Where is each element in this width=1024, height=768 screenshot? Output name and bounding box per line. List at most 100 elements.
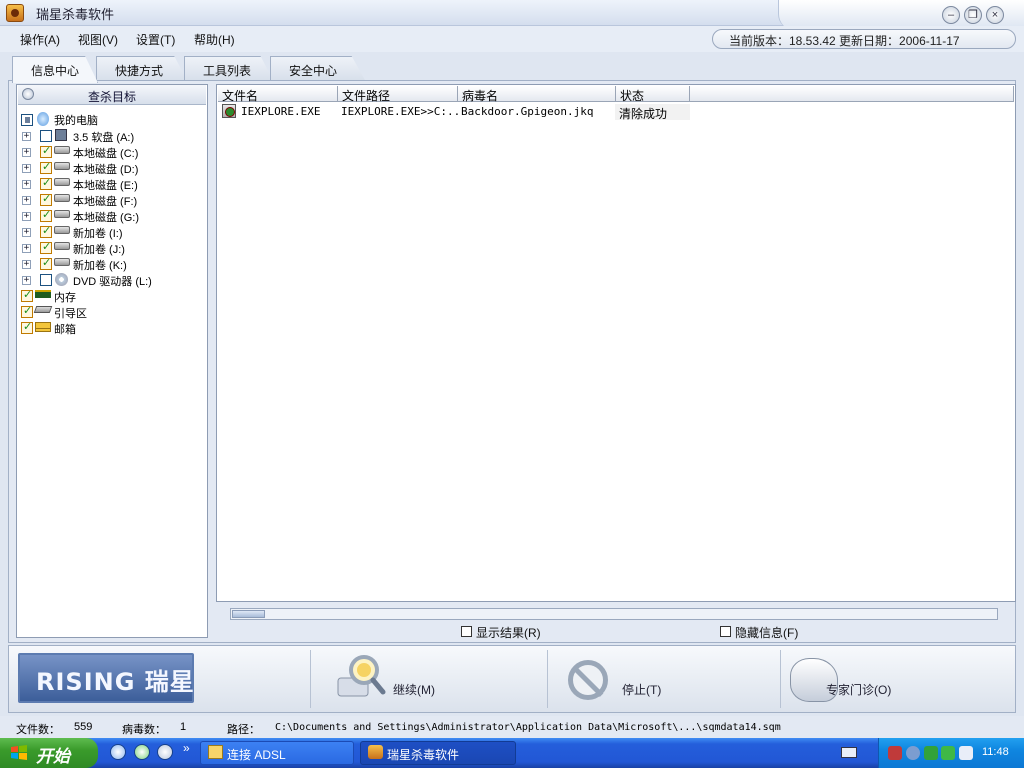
show-results-label[interactable]: 显示结果(R) [476,624,541,641]
restore-icon[interactable]: ❐ [964,6,982,24]
expand-icon[interactable]: + [22,228,31,237]
infected-file-icon [222,104,236,118]
taskbar-item-adsl[interactable]: 连接 ADSL [200,741,354,765]
tree-label-volume-i[interactable]: 新加卷 (I:) [73,225,123,241]
result-status[interactable]: 清除成功 [615,104,690,120]
tree-checkbox-disk-g[interactable] [40,208,52,222]
tree-checkbox-floppy-a[interactable] [40,130,52,142]
tree-checkbox-disk-e[interactable] [40,176,52,190]
tab-info-center[interactable]: 信息中心 [12,56,98,83]
volume-icon[interactable] [959,746,973,760]
result-virus-name[interactable]: Backdoor.Gpigeon.jkq [457,104,615,120]
hide-info-checkbox[interactable] [720,626,731,637]
tree-checkbox-volume-k[interactable] [40,256,52,270]
folder-icon [208,745,223,759]
tree-label-volume-j[interactable]: 新加卷 (J:) [73,241,125,257]
current-path: C:\Documents and Settings\Administrator\… [275,722,781,733]
drive-icon [54,210,70,218]
close-icon[interactable]: × [986,6,1004,24]
menu-help[interactable]: 帮助(H) [194,31,235,48]
expand-icon[interactable]: + [22,244,31,253]
stop-button[interactable]: 停止(T) [622,681,661,698]
tree-label-boot-sector[interactable]: 引导区 [54,305,87,321]
expand-icon[interactable]: + [22,180,31,189]
umbrella-icon[interactable] [924,746,938,760]
tree-checkbox-disk-f[interactable] [40,192,52,206]
show-results-checkbox[interactable] [461,626,472,637]
tree-label-disk-d[interactable]: 本地磁盘 (D:) [73,161,138,177]
expand-icon[interactable]: + [22,276,31,285]
taskbar-item-rising[interactable]: 瑞星杀毒软件 [360,741,516,765]
rising-monitor-icon[interactable] [941,746,955,760]
tree-checkbox-boot-sector[interactable] [21,304,33,318]
column-header-filepath[interactable]: 文件路径 [338,86,458,103]
clock: 11:48 [982,746,1009,758]
tree-checkbox-dvd-l[interactable] [40,274,52,286]
result-filepath[interactable]: IEXPLORE.EXE>>C:... [337,104,458,120]
tree-label-disk-f[interactable]: 本地磁盘 (F:) [73,193,137,209]
tree-checkbox-disk-c[interactable] [40,144,52,158]
scrollbar-thumb[interactable] [232,610,265,618]
tree-checkbox-disk-d[interactable] [40,160,52,174]
drive-icon [54,162,70,170]
tab-tool-list[interactable]: 工具列表 [184,56,274,82]
expand-icon[interactable]: + [22,260,31,269]
drive-icon [54,242,70,250]
version-info: 当前版本：18.53.42 更新日期：2006-11-17 [712,29,1016,49]
expand-icon[interactable]: + [22,148,31,157]
result-filename[interactable]: IEXPLORE.EXE [237,104,337,120]
column-header-virus-name[interactable]: 病毒名 [458,86,616,103]
update-icon[interactable] [906,746,920,760]
quicklaunch-browser-icon[interactable] [110,744,126,760]
divider [310,650,311,708]
tree-label-disk-c[interactable]: 本地磁盘 (C:) [73,145,138,161]
column-header-status[interactable]: 状态 [616,86,690,103]
quicklaunch-media-icon[interactable] [157,744,173,760]
tree-checkbox-memory[interactable] [21,288,33,302]
menu-settings[interactable]: 设置(T) [136,31,175,48]
file-count-label: 文件数： [16,724,60,736]
tree-label-my-computer[interactable]: 我的电脑 [54,112,98,128]
minimize-icon[interactable]: – [942,6,960,24]
menu-operation[interactable]: 操作(A) [20,31,60,48]
expert-clinic-button[interactable]: 专家门诊(O) [826,681,891,698]
expand-icon[interactable]: + [22,132,31,141]
drive-icon [54,178,70,186]
virus-count-value: 1 [180,721,187,733]
tree-label-mailbox[interactable]: 邮箱 [54,321,76,337]
drive-icon [54,226,70,234]
tree-label-dvd-l[interactable]: DVD 驱动器 (L:) [73,273,152,289]
column-header-filename[interactable]: 文件名 [218,86,338,103]
tree-checkbox-volume-i[interactable] [40,224,52,238]
keyboard-layout-icon[interactable] [841,747,857,758]
continue-button[interactable]: 继续(M) [393,681,435,698]
horizontal-scrollbar[interactable] [230,608,998,620]
floppy-icon [55,129,67,141]
menu-view[interactable]: 视图(V) [78,31,118,48]
tab-security-center[interactable]: 安全中心 [270,56,366,82]
scan-target-title: 查杀目标 [87,90,136,104]
tree-checkbox-volume-j[interactable] [40,240,52,254]
expand-icon[interactable]: + [22,212,31,221]
tree-label-memory[interactable]: 内存 [54,289,76,305]
tab-shortcuts[interactable]: 快捷方式 [96,56,188,82]
tree-label-volume-k[interactable]: 新加卷 (K:) [73,257,127,273]
quicklaunch-messenger-icon[interactable] [134,744,150,760]
computer-icon [37,112,49,126]
tree-label-disk-g[interactable]: 本地磁盘 (G:) [73,209,139,225]
tree-label-disk-e[interactable]: 本地磁盘 (E:) [73,177,138,193]
tree-checkbox-mailbox[interactable] [21,320,33,334]
tree-label-floppy-a[interactable]: 3.5 软盘 (A:) [73,129,134,145]
expand-icon[interactable]: + [22,196,31,205]
rising-app-icon [368,745,383,759]
drive-icon [54,194,70,202]
quicklaunch-more-icon[interactable]: » [183,741,190,755]
path-label: 路径： [227,724,260,736]
drive-icon [54,146,70,154]
boot-sector-icon [33,306,53,313]
file-count-value: 559 [74,721,93,733]
network-icon[interactable] [888,746,902,760]
hide-info-label[interactable]: 隐藏信息(F) [735,624,798,641]
stop-icon [568,660,608,700]
expand-icon[interactable]: + [22,164,31,173]
